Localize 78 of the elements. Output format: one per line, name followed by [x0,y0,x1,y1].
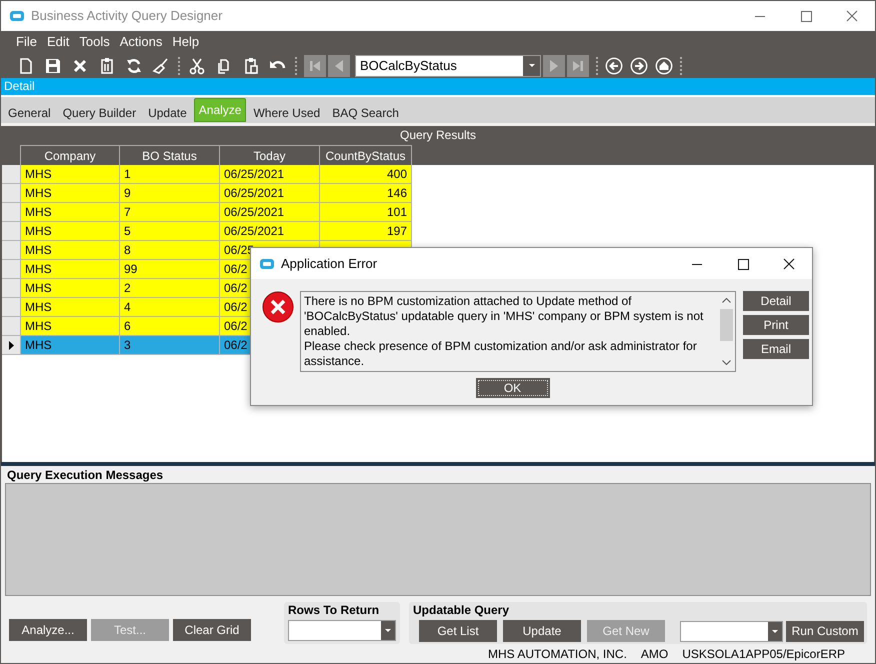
group-label: Updatable Query [413,603,510,617]
table-cell: MHS [21,279,120,298]
record-combo[interactable]: BOCalcByStatus [355,54,541,76]
tab[interactable]: General [3,101,56,125]
tab[interactable]: Where Used [248,101,326,125]
table-cell: 06/25/2021 [220,184,320,203]
app-icon [10,11,24,21]
previous-record-button[interactable] [328,54,350,76]
table-cell: MHS [21,203,120,222]
run-custom-button[interactable]: Run Custom [786,620,864,642]
table-cell: MHS [21,260,120,279]
cut-icon[interactable] [187,56,207,76]
scroll-up-icon[interactable] [722,298,731,303]
table-cell: 400 [320,165,412,184]
home-icon[interactable] [655,56,673,74]
table-cell: 101 [320,203,412,222]
table-cell: 2 [120,279,220,298]
tab[interactable]: Query Builder [58,101,142,125]
row-header[interactable] [2,336,21,355]
last-record-button[interactable] [567,54,589,76]
query-button[interactable]: Update [503,620,581,642]
table-cell: 197 [320,222,412,241]
table-cell: 4 [120,298,220,317]
window-title: Business Activity Query Designer [31,7,222,26]
table-cell: 99 [120,260,220,279]
action-button[interactable]: Analyze... [9,619,87,641]
menu-item[interactable]: Edit [46,32,70,52]
caret-icon [385,629,391,632]
last-record-icon [571,58,585,72]
table-cell: MHS [21,222,120,241]
table-cell: 9 [120,184,220,203]
table-cell: 3 [120,336,220,355]
error-icon [262,291,294,323]
menu-item[interactable]: File [16,32,37,52]
ok-button[interactable]: OK [476,378,550,398]
table-cell: 7 [120,203,220,222]
app-icon [260,258,274,268]
table-cell: 06/25/2021 [220,203,320,222]
menu-item[interactable]: Actions [120,32,162,52]
query-button[interactable]: Get List [419,620,497,642]
status-text: USKSOLA1APP05/EpicorERP [682,646,845,662]
back-icon[interactable] [605,56,623,74]
custom-combo[interactable] [680,620,783,642]
first-record-icon [308,58,322,72]
dialog-button[interactable]: Detail [743,291,809,311]
caret-icon [772,630,778,632]
forward-icon[interactable] [630,56,648,74]
table-cell: 6 [120,317,220,336]
scroll-down-icon[interactable] [722,360,731,365]
panel-title: Detail [1,78,875,95]
status-text: AMO [640,646,668,662]
table-cell: MHS [21,184,120,203]
group-label: Rows To Return [288,603,380,617]
menu-item[interactable]: Tools [79,32,110,52]
tab[interactable]: BAQ Search [327,101,404,125]
table-cell: 5 [120,222,220,241]
table-cell: 1 [120,165,220,184]
dialog-button[interactable]: Email [743,339,809,359]
table-cell: MHS [21,317,120,336]
dialog-button[interactable]: Print [743,315,809,335]
table-cell: MHS [21,336,120,355]
menu-item[interactable]: Help [172,32,200,52]
tab[interactable]: Update [143,101,192,125]
next-record-button[interactable] [543,54,565,76]
caret-icon [528,64,534,67]
table-cell: 8 [120,241,220,260]
status-text: MHS AUTOMATION, INC. [488,646,627,662]
table-cell: 06/25/2021 [220,165,320,184]
table-cell: MHS [21,298,120,317]
action-button[interactable]: Clear Grid [173,619,251,641]
section-title: Query Execution Messages [6,467,164,483]
table-cell: 146 [320,184,412,203]
rows-combo[interactable] [288,620,396,641]
table-cell: MHS [21,165,120,184]
grid-title: Query Results [2,126,874,145]
table-cell: MHS [21,241,120,260]
first-record-button[interactable] [304,54,326,76]
table-cell: 06/25/2021 [220,222,320,241]
